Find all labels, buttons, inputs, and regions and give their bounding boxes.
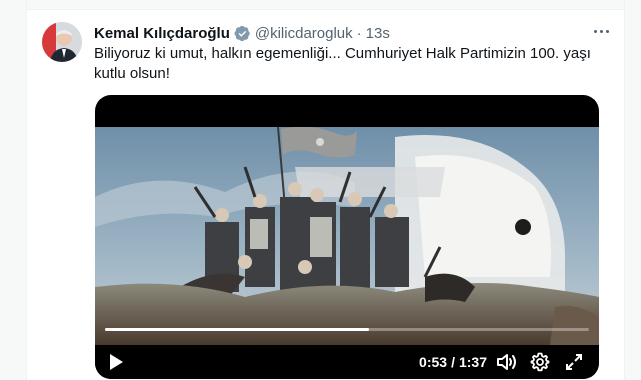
play-icon (110, 354, 123, 370)
avatar[interactable] (42, 22, 82, 62)
settings-button[interactable] (529, 345, 551, 379)
volume-icon (497, 354, 516, 370)
tweet-timestamp[interactable]: 13s (366, 25, 390, 42)
video-player[interactable]: 0:53 / 1:37 (95, 95, 599, 379)
tweet-text: Biliyoruz ki umut, halkın egemenliği... … (94, 45, 591, 82)
gear-icon (530, 352, 550, 372)
time-separator: / (451, 354, 455, 370)
current-time: 0:53 (419, 354, 448, 370)
fullscreen-icon (566, 354, 582, 370)
duration: 1:37 (458, 354, 487, 370)
header-separator: · (356, 24, 362, 42)
page-margin-top (27, 0, 624, 10)
volume-button[interactable] (495, 345, 519, 379)
tweet-header: Kemal Kılıçdaroğlu @kilicdarogluk · 13s (94, 23, 390, 43)
page-margin-right (624, 0, 641, 380)
video-time: 0:53 / 1:37 (419, 345, 487, 379)
page-margin-left (0, 0, 27, 380)
avatar-image (42, 22, 82, 62)
video-frame-image[interactable] (95, 127, 599, 345)
play-button[interactable] (105, 345, 127, 379)
tweet-card[interactable]: Kemal Kılıçdaroğlu @kilicdarogluk · 13s … (28, 11, 624, 380)
author-name[interactable]: Kemal Kılıçdaroğlu (94, 25, 230, 42)
video-controls: 0:53 / 1:37 (95, 345, 599, 379)
fullscreen-button[interactable] (563, 345, 585, 379)
author-handle[interactable]: @kilicdarogluk (255, 25, 353, 42)
verified-badge-icon[interactable] (234, 25, 251, 42)
video-progress-fill (105, 328, 370, 331)
video-progress-bar[interactable] (105, 328, 589, 331)
more-options-icon[interactable] (590, 21, 612, 41)
